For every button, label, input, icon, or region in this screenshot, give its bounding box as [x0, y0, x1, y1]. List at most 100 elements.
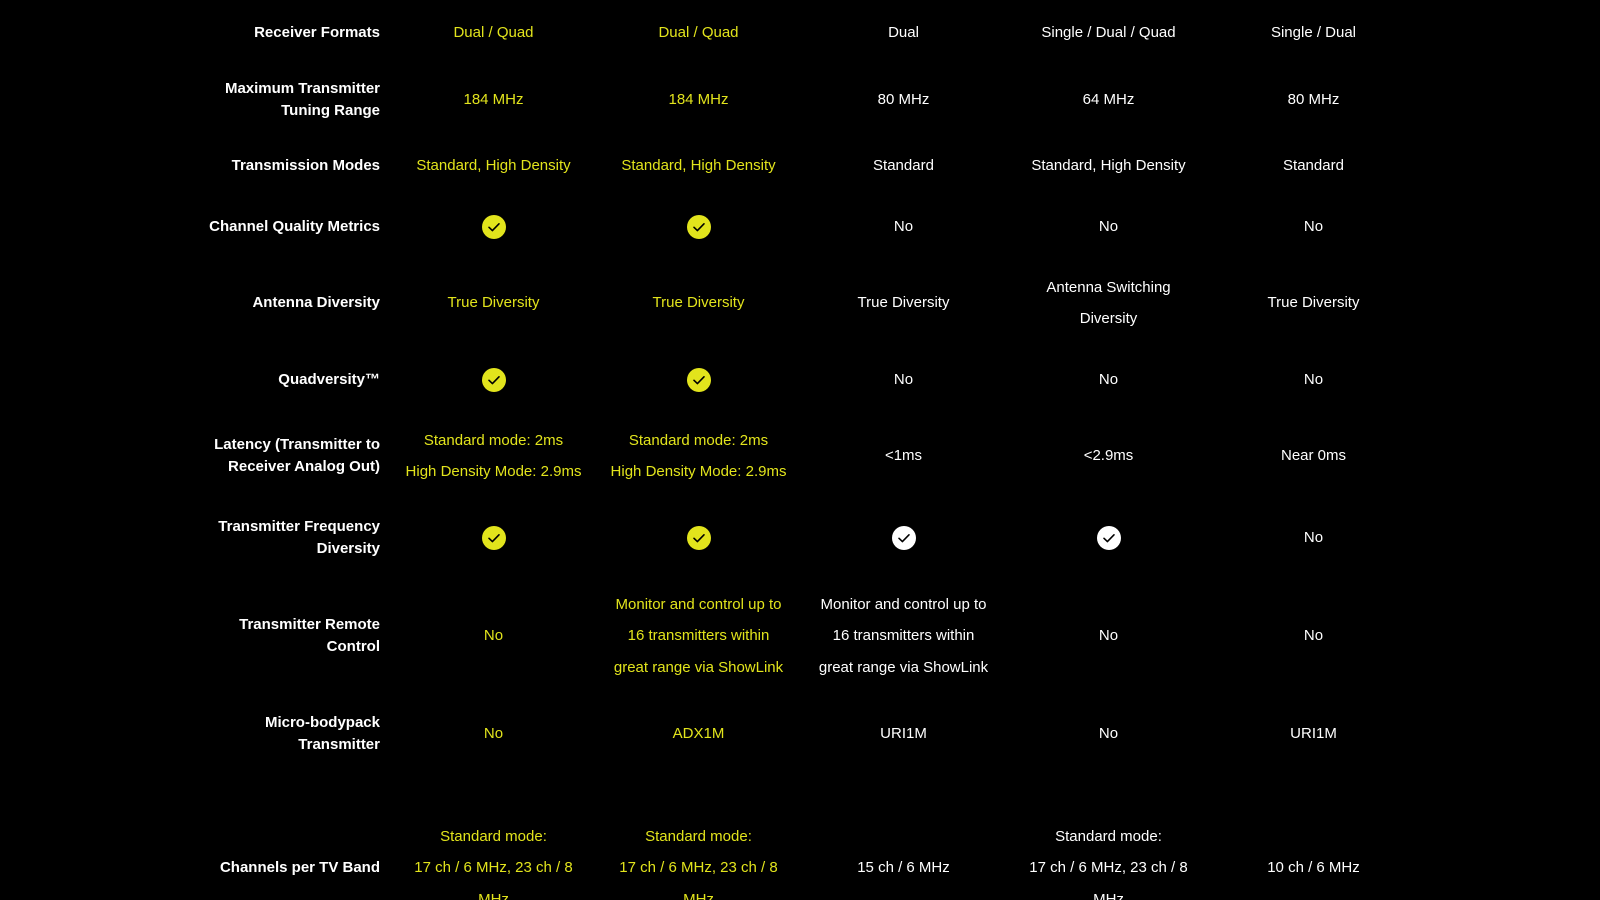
table-cell: [601, 368, 796, 393]
row-label: Channels per TV Band: [180, 857, 380, 879]
row-label: Transmission Modes: [180, 155, 380, 177]
cell-text: URI1M: [880, 725, 927, 743]
table-cell: Single / Dual / Quad: [1011, 17, 1206, 49]
check-circle-icon: [686, 368, 711, 393]
cell-text: No: [1098, 627, 1119, 645]
cell-text: Dual: [888, 24, 919, 42]
table-cell: Standard, High Density: [601, 150, 796, 182]
cell-text: No: [1098, 725, 1119, 743]
table-cell: 10 ch / 6 MHz: [1216, 852, 1411, 884]
row-label-line: Channels per TV Band: [219, 859, 380, 876]
cell-text: 64 MHz: [1082, 91, 1135, 109]
row-label-line: Tuning Range: [281, 102, 380, 119]
table-cell: Standard: [1216, 150, 1411, 182]
table-cell: No: [1011, 364, 1206, 396]
cell-text: High Density Mode: 2.9ms: [405, 463, 582, 480]
cell-text: Standard mode: 2ms: [628, 431, 769, 449]
cell-text: 16 transmitters within: [627, 627, 770, 645]
row-label: Antenna Diversity: [180, 292, 380, 314]
cell-text: Monitor and control up to: [820, 595, 987, 613]
cell-text: Antenna Switching: [1046, 278, 1171, 296]
table-cell: True Diversity: [1216, 287, 1411, 319]
cell-text: MHz: [683, 890, 714, 900]
cell-text: 16 transmitters within: [832, 627, 975, 645]
cell-text: True Diversity: [857, 294, 950, 312]
table-cell: 184 MHz: [396, 84, 591, 116]
table-cell: Standard, High Density: [396, 150, 591, 182]
row-label-line: Latency (Transmitter to: [214, 436, 380, 453]
table-cell: Standard mode: 17 ch / 6 MHz, 23 ch / 8 MH…: [601, 821, 796, 900]
cell-text: No: [1098, 218, 1119, 236]
cell-text: Dual / Quad: [658, 24, 739, 42]
table-cell: Dual / Quad: [601, 17, 796, 49]
table-cell: Standard, High Density: [1011, 150, 1206, 182]
table-cell: [601, 526, 796, 551]
table-cell: URI1M: [1216, 718, 1411, 750]
check-circle-icon: [481, 526, 506, 551]
cell-text: True Diversity: [447, 294, 540, 312]
row-label: Transmitter Frequency Diversity: [180, 516, 380, 560]
table-cell: No: [1011, 211, 1206, 243]
table-cell: Dual / Quad: [396, 17, 591, 49]
table-cell: [806, 526, 1001, 551]
table-cell: 64 MHz: [1011, 84, 1206, 116]
table-cell: URI1M: [806, 718, 1001, 750]
row-label: Channel Quality Metrics: [180, 216, 380, 238]
table-cell: [1011, 526, 1206, 551]
cell-text: 80 MHz: [877, 91, 930, 109]
row-label-line: Transmitter Frequency: [218, 518, 380, 535]
cell-text: No: [1303, 218, 1324, 236]
row-label-line: Antenna Diversity: [252, 294, 380, 311]
table-cell: ADX1M: [601, 718, 796, 750]
cell-text: Diversity: [1079, 310, 1138, 327]
cell-text: Near 0ms: [1280, 447, 1347, 465]
row-label-line: Transmitter: [298, 736, 380, 753]
table-cell: Standard mode: 2ms High Density Mode: 2.9…: [601, 425, 796, 488]
table-cell: True Diversity: [601, 287, 796, 319]
cell-text: No: [483, 725, 504, 743]
table-cell: <1ms: [806, 440, 1001, 472]
check-circle-icon: [481, 215, 506, 240]
table-cell: No: [396, 620, 591, 652]
check-circle-icon: [686, 526, 711, 551]
row-label-line: Diversity: [316, 540, 380, 557]
table-cell: <2.9ms: [1011, 440, 1206, 472]
table-cell: True Diversity: [806, 287, 1001, 319]
table-cell: Standard mode: 2ms High Density Mode: 2.9…: [396, 425, 591, 488]
cell-text: URI1M: [1290, 725, 1337, 743]
row-label-line: Quadversity™: [278, 371, 380, 388]
table-cell: No: [1216, 364, 1411, 396]
table-cell: [601, 215, 796, 240]
cell-text: ADX1M: [672, 725, 725, 743]
table-cell: Dual: [806, 17, 1001, 49]
cell-text: No: [1303, 371, 1324, 389]
cell-text: <1ms: [884, 447, 923, 465]
cell-text: No: [893, 218, 914, 236]
table-cell: Near 0ms: [1216, 440, 1411, 472]
table-cell: Standard mode: 17 ch / 6 MHz, 23 ch / 8 MH…: [396, 821, 591, 900]
table-cell: [396, 368, 591, 393]
table-cell: No: [1216, 522, 1411, 554]
cell-text: 184 MHz: [668, 91, 729, 109]
cell-text: Standard, High Density: [1031, 157, 1186, 175]
row-label: Quadversity™: [180, 369, 380, 391]
cell-text: MHz: [1093, 890, 1124, 900]
table-cell: Standard: [806, 150, 1001, 182]
cell-text: Standard, High Density: [416, 157, 571, 175]
row-label-line: Channel Quality Metrics: [209, 218, 380, 235]
cell-text: <2.9ms: [1083, 447, 1134, 465]
cell-text: MHz: [478, 890, 509, 900]
check-circle-icon: [1096, 526, 1121, 551]
cell-text: True Diversity: [1267, 294, 1360, 312]
cell-text: No: [1303, 529, 1324, 547]
check-circle-icon: [891, 526, 916, 551]
table-cell: 80 MHz: [806, 84, 1001, 116]
cell-text: No: [1098, 371, 1119, 389]
cell-text: 15 ch / 6 MHz: [857, 859, 950, 877]
check-circle-icon: [686, 215, 711, 240]
row-label: Latency (Transmitter to Receiver Analog O…: [180, 434, 380, 478]
table-cell: 184 MHz: [601, 84, 796, 116]
cell-text: Standard: [873, 157, 934, 175]
cell-text: Standard: [1283, 157, 1344, 175]
row-label-line: Receiver Formats: [254, 24, 380, 41]
